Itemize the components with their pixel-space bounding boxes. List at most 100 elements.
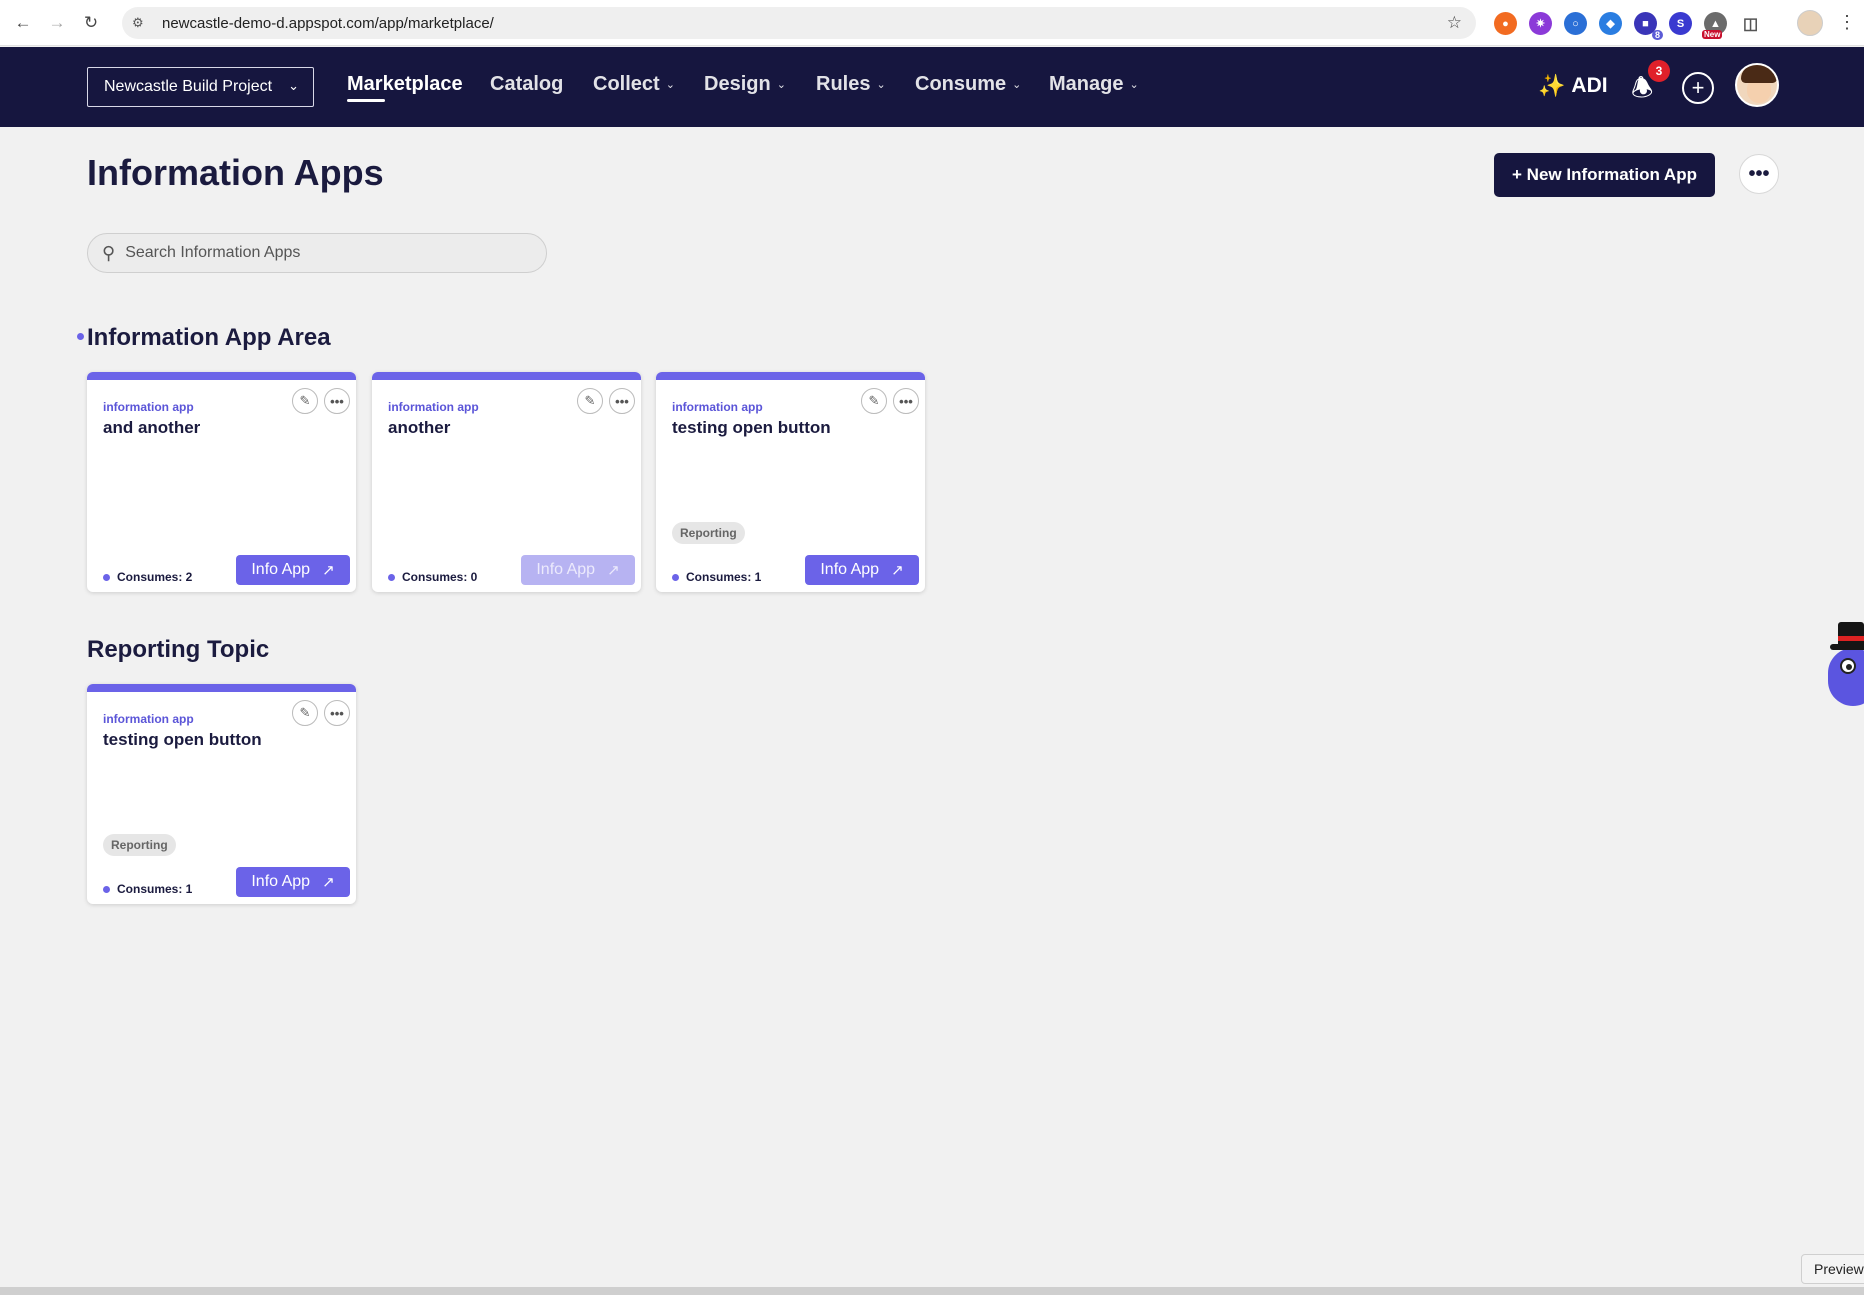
indigo-extension-icon[interactable]: ■ 8 <box>1634 12 1663 40</box>
add-circle-icon[interactable]: + <box>1682 72 1714 104</box>
card-accent-bar <box>87 684 356 692</box>
nav-collect[interactable]: Collect ⌄ <box>593 73 675 96</box>
preview-tab[interactable]: Preview <box>1801 1254 1864 1284</box>
orange-extension-icon[interactable]: ● <box>1494 12 1517 35</box>
card-kind: information app <box>388 400 479 414</box>
back-arrow-icon[interactable]: ← <box>12 12 34 34</box>
pencil-icon[interactable]: ✎ <box>861 388 887 414</box>
search-box[interactable]: ⚲ <box>87 233 547 273</box>
bookmark-star-icon[interactable]: ☆ <box>1447 13 1462 33</box>
nav-active-underline <box>347 99 385 102</box>
nav-manage[interactable]: Manage ⌄ <box>1049 73 1139 96</box>
app-card[interactable]: ✎ ••• information app another Consumes: … <box>372 372 641 592</box>
info-app-button[interactable]: Info App ↗ <box>236 555 350 585</box>
notification-badge: 3 <box>1648 60 1670 82</box>
nav-catalog[interactable]: Catalog <box>490 73 563 96</box>
pencil-icon[interactable]: ✎ <box>292 388 318 414</box>
consumes-label: Consumes: 1 <box>686 570 762 584</box>
card-title: testing open button <box>672 418 831 437</box>
avatar-hair <box>1741 65 1777 83</box>
chevron-down-icon: ⌄ <box>776 79 786 91</box>
nav-design[interactable]: Design ⌄ <box>704 73 786 96</box>
purple-gear-extension-icon[interactable]: ✷ <box>1529 12 1552 35</box>
page-more-options-icon[interactable]: ••• <box>1739 154 1779 194</box>
mascot-hat-brim <box>1830 644 1864 650</box>
adi-button[interactable]: ✨ ADI <box>1538 73 1608 99</box>
nav-marketplace-label: Marketplace <box>347 73 463 95</box>
card-more-icon[interactable]: ••• <box>324 388 350 414</box>
info-app-button: Info App ↗ <box>521 555 635 585</box>
new-information-app-button[interactable]: + New Information App <box>1494 153 1715 197</box>
info-app-button[interactable]: Info App ↗ <box>805 555 919 585</box>
card-more-icon[interactable]: ••• <box>609 388 635 414</box>
pencil-icon[interactable]: ✎ <box>292 700 318 726</box>
card-title: and another <box>103 418 201 437</box>
chevron-down-icon: ⌄ <box>1012 79 1022 91</box>
nav-collect-label: Collect <box>593 73 660 95</box>
card-kind: information app <box>103 712 194 726</box>
forward-arrow-icon[interactable]: → <box>46 12 68 34</box>
adi-label: ADI <box>1571 74 1608 97</box>
info-app-label: Info App <box>536 561 596 578</box>
browser-profile-avatar[interactable] <box>1797 10 1823 36</box>
card-consumes: Consumes: 0 <box>388 570 477 584</box>
nav-rules[interactable]: Rules ⌄ <box>816 73 886 96</box>
section-title: Reporting Topic <box>87 636 270 663</box>
mascot-hat-band <box>1838 636 1864 641</box>
section-indicator-dot <box>77 333 84 340</box>
url-text[interactable]: newcastle-demo-d.appspot.com/app/marketp… <box>162 15 494 32</box>
nav-consume[interactable]: Consume ⌄ <box>915 73 1021 96</box>
info-app-button[interactable]: Info App ↗ <box>236 867 350 897</box>
s-extension-icon[interactable]: S <box>1669 12 1692 35</box>
assistant-mascot-icon[interactable] <box>1828 622 1864 708</box>
blue-tag-extension-icon[interactable]: ◆ <box>1599 12 1622 35</box>
puzzle-extension-icon[interactable]: ◫ <box>1739 12 1762 35</box>
user-avatar[interactable] <box>1735 63 1779 107</box>
app-card[interactable]: ✎ ••• information app and another Consum… <box>87 372 356 592</box>
external-link-icon: ↗ <box>322 874 335 891</box>
browser-toolbar: ← → ↻ ⚙ newcastle-demo-d.appspot.com/app… <box>0 0 1864 46</box>
new-extension-icon[interactable]: ▲ New <box>1702 12 1727 39</box>
chevron-down-icon: ⌄ <box>288 78 299 93</box>
external-link-icon: ↗ <box>891 562 904 579</box>
chevron-down-icon: ⌄ <box>876 79 886 91</box>
nav-design-label: Design <box>704 73 771 95</box>
external-link-icon: ↗ <box>322 562 335 579</box>
info-app-label: Info App <box>251 873 311 890</box>
nav-marketplace[interactable]: Marketplace <box>347 73 463 96</box>
search-input[interactable] <box>125 244 526 262</box>
card-consumes: Consumes: 1 <box>672 570 761 584</box>
info-app-label: Info App <box>251 561 311 578</box>
external-link-icon: ↗ <box>607 562 620 579</box>
consumes-dot <box>672 573 679 581</box>
card-accent-bar <box>656 372 925 380</box>
address-bar[interactable]: ⚙ newcastle-demo-d.appspot.com/app/marke… <box>122 7 1476 39</box>
section-title: Information App Area <box>87 324 331 351</box>
chevron-down-icon: ⌄ <box>1129 79 1139 91</box>
app-card[interactable]: ✎ ••• information app testing open butto… <box>87 684 356 904</box>
consumes-label: Consumes: 2 <box>117 570 193 584</box>
consumes-dot <box>103 573 110 581</box>
pencil-icon[interactable]: ✎ <box>577 388 603 414</box>
card-consumes: Consumes: 1 <box>103 882 192 896</box>
consumes-dot <box>388 573 395 581</box>
extension-new-badge: New <box>1702 30 1723 39</box>
card-kind: information app <box>103 400 194 414</box>
card-more-icon[interactable]: ••• <box>893 388 919 414</box>
info-app-label: Info App <box>820 561 880 578</box>
browser-menu-icon[interactable]: ⋮ <box>1838 12 1856 33</box>
project-selector-label: Newcastle Build Project <box>104 78 273 95</box>
project-selector[interactable]: Newcastle Build Project ⌄ <box>87 67 314 107</box>
card-more-icon[interactable]: ••• <box>324 700 350 726</box>
extensions-row: ● ✷ ○ ◆ ■ 8 S ▲ New ◫ <box>1494 12 1762 40</box>
mascot-body <box>1828 648 1864 706</box>
nav-consume-label: Consume <box>915 73 1007 95</box>
reload-icon[interactable]: ↻ <box>80 12 102 34</box>
site-settings-icon[interactable]: ⚙ <box>132 15 148 31</box>
consumes-label: Consumes: 1 <box>117 882 193 896</box>
chevron-down-icon: ⌄ <box>665 79 675 91</box>
card-title: another <box>388 418 451 437</box>
app-card[interactable]: ✎ ••• information app testing open butto… <box>656 372 925 592</box>
blue-lens-extension-icon[interactable]: ○ <box>1564 12 1587 35</box>
nav-catalog-label: Catalog <box>490 73 564 95</box>
